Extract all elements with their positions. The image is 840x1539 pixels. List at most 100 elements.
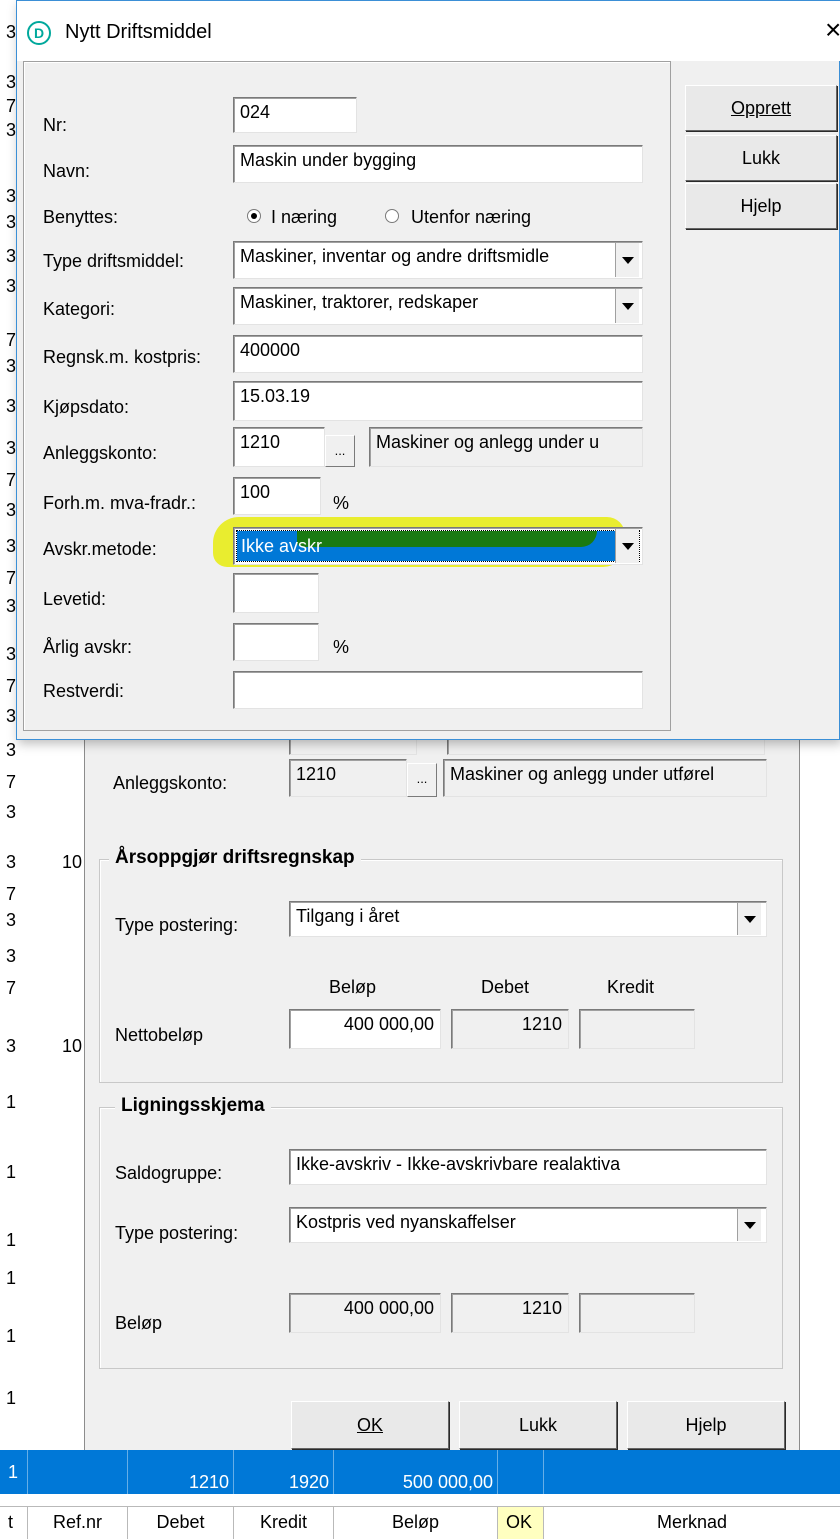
nettobelop-debet-field: 1210 <box>451 1009 569 1049</box>
anleggskonto-lookup-button[interactable]: ... <box>325 435 355 467</box>
kjopsdato-field[interactable]: 15.03.19 <box>233 381 643 421</box>
anleggskonto-field[interactable]: 1210 <box>233 427 325 467</box>
navn-field[interactable]: Maskin under bygging <box>233 145 643 183</box>
belop-cell: 500 000,00 <box>334 1450 498 1494</box>
levetid-field[interactable] <box>233 573 319 613</box>
type-driftsmiddel-dropdown-button[interactable] <box>615 243 639 277</box>
edge-digit: 7 <box>6 330 17 350</box>
edge-digit: 3 <box>6 438 17 458</box>
app-icon-letter: D <box>33 25 45 41</box>
type-postering2-select[interactable]: Kostpris ved nyanskaffelser <box>289 1207 767 1243</box>
chevron-down-icon <box>743 915 756 923</box>
restverdi-field[interactable] <box>233 671 643 709</box>
nytt-driftsmiddel-dialog: D Nytt Driftsmiddel × Opprett Lukk Hjelp… <box>16 0 840 740</box>
col-debet-header: Debet <box>481 977 530 997</box>
type-postering2-value: Kostpris ved nyanskaffelser <box>296 1212 516 1232</box>
create-label: Opprett <box>730 98 792 118</box>
edge-digit: 7 <box>6 884 17 904</box>
create-button[interactable]: Opprett <box>685 85 837 131</box>
type-postering-value: Tilgang i året <box>296 906 400 926</box>
nettobelop-kredit-field <box>579 1009 695 1049</box>
kostpris-field[interactable]: 400000 <box>233 335 643 373</box>
edge-digit: 3 <box>6 1036 17 1056</box>
ref-cell <box>28 1450 128 1494</box>
kategori-value: Maskiner, traktorer, redskaper <box>240 292 479 312</box>
chevron-down-icon <box>621 542 634 550</box>
radio-utenfor-label[interactable]: Utenfor næring <box>411 207 531 228</box>
edge-digit: 7 <box>6 96 17 116</box>
nr-label: Nr: <box>43 115 67 135</box>
type-postering-select[interactable]: Tilgang i året <box>289 901 767 937</box>
highlighter-stroke <box>297 531 597 547</box>
radio-utenfor[interactable] <box>385 209 399 223</box>
avskr-metode-select[interactable]: Ikke avskr <box>233 527 643 565</box>
header-merknad[interactable]: Merknad <box>544 1507 840 1539</box>
avskr-metode-label: Avskr.metode: <box>43 539 157 559</box>
kategori-label: Kategori: <box>43 299 116 319</box>
edge-digit: 1 <box>6 1162 17 1182</box>
hjelp-button[interactable]: Hjelp <box>627 1401 785 1449</box>
edge-digit: 3 <box>6 246 17 266</box>
edge-digit: 7 <box>6 676 17 696</box>
lukk-button[interactable]: Lukk <box>459 1401 617 1449</box>
kategori-dropdown-button[interactable] <box>615 289 639 323</box>
header-debet[interactable]: Debet <box>128 1507 234 1539</box>
type-driftsmiddel-select[interactable]: Maskiner, inventar og andre driftsmidle <box>233 241 643 279</box>
anleggskonto-lookup-button[interactable]: ... <box>407 763 437 797</box>
saldogruppe-field[interactable]: Ikke-avskriv - Ikke-avskrivbare realakti… <box>289 1149 767 1185</box>
belop-amount-field: 400 000,00 <box>289 1293 441 1333</box>
edge-digit: 3 <box>6 946 17 966</box>
edge-number: 10 <box>62 1036 83 1056</box>
mva-field[interactable]: 100 <box>233 477 321 515</box>
col-kredit-header: Kredit <box>607 977 655 997</box>
kostpris-label: Regnsk.m. kostpris: <box>43 347 202 367</box>
anleggskonto-field[interactable]: 1210 <box>289 759 407 797</box>
avskr-metode-dropdown-button[interactable] <box>615 529 639 563</box>
edge-digit: 3 <box>6 500 17 520</box>
header-belop[interactable]: Beløp <box>334 1507 498 1539</box>
belop-debet-field: 1210 <box>451 1293 569 1333</box>
close-button[interactable]: Lukk <box>685 135 837 181</box>
grid-header-row: t Ref.nr Debet Kredit Beløp OK Merknad <box>0 1506 840 1539</box>
kategori-select[interactable]: Maskiner, traktorer, redskaper <box>233 287 643 325</box>
type-postering2-label: Type postering: <box>115 1223 239 1243</box>
mva-label: Forh.m. mva-fradr.: <box>43 493 197 513</box>
close-icon[interactable]: × <box>825 15 840 45</box>
type-driftsmiddel-label: Type driftsmiddel: <box>43 251 185 271</box>
selected-grid-row[interactable]: 1 1210 1920 500 000,00 <box>0 1450 840 1494</box>
title-bar[interactable]: D Nytt Driftsmiddel × <box>17 1 840 61</box>
belop-kredit-field <box>579 1293 695 1333</box>
ok-button[interactable]: OK <box>291 1401 449 1449</box>
edge-digit: 1 <box>6 1230 17 1250</box>
mva-unit: % <box>333 493 350 513</box>
edge-digit: 3 <box>6 802 17 822</box>
edge-digit: 3 <box>6 536 17 556</box>
nettobelop-amount-field[interactable]: 400 000,00 <box>289 1009 441 1049</box>
arlig-avskr-field[interactable] <box>233 623 319 661</box>
type-postering-dropdown-button[interactable] <box>737 903 761 935</box>
edge-digit: 3 <box>6 72 17 92</box>
arlig-avskr-unit: % <box>333 637 350 657</box>
edge-digit: 3 <box>6 120 17 140</box>
header-ref[interactable]: Ref.nr <box>28 1507 128 1539</box>
edge-digit: 1 <box>6 1388 17 1408</box>
header-kredit[interactable]: Kredit <box>234 1507 334 1539</box>
edge-digit: 1 <box>6 1092 17 1112</box>
edge-digit: 7 <box>6 470 17 490</box>
type-postering2-dropdown-button[interactable] <box>737 1209 761 1241</box>
belop-label: Beløp <box>115 1313 163 1333</box>
saldogruppe-label: Saldogruppe: <box>115 1163 223 1183</box>
radio-naering[interactable] <box>247 209 261 223</box>
header-ok[interactable]: OK <box>498 1507 544 1539</box>
edge-digit: 3 <box>6 740 17 760</box>
arlig-avskr-label: Årlig avskr: <box>43 637 133 657</box>
edge-digit: 3 <box>6 276 17 296</box>
edge-digit: 3 <box>6 22 17 42</box>
help-label: Hjelp <box>740 196 782 216</box>
help-button[interactable]: Hjelp <box>685 183 837 229</box>
radio-naering-label[interactable]: I næring <box>271 207 337 228</box>
nr-field[interactable]: 024 <box>233 97 357 133</box>
edge-number: 10 <box>62 852 83 872</box>
ligningsskjema-group-title: Ligningsskjema <box>115 1095 271 1117</box>
type-driftsmiddel-value: Maskiner, inventar og andre driftsmidle <box>240 246 550 266</box>
